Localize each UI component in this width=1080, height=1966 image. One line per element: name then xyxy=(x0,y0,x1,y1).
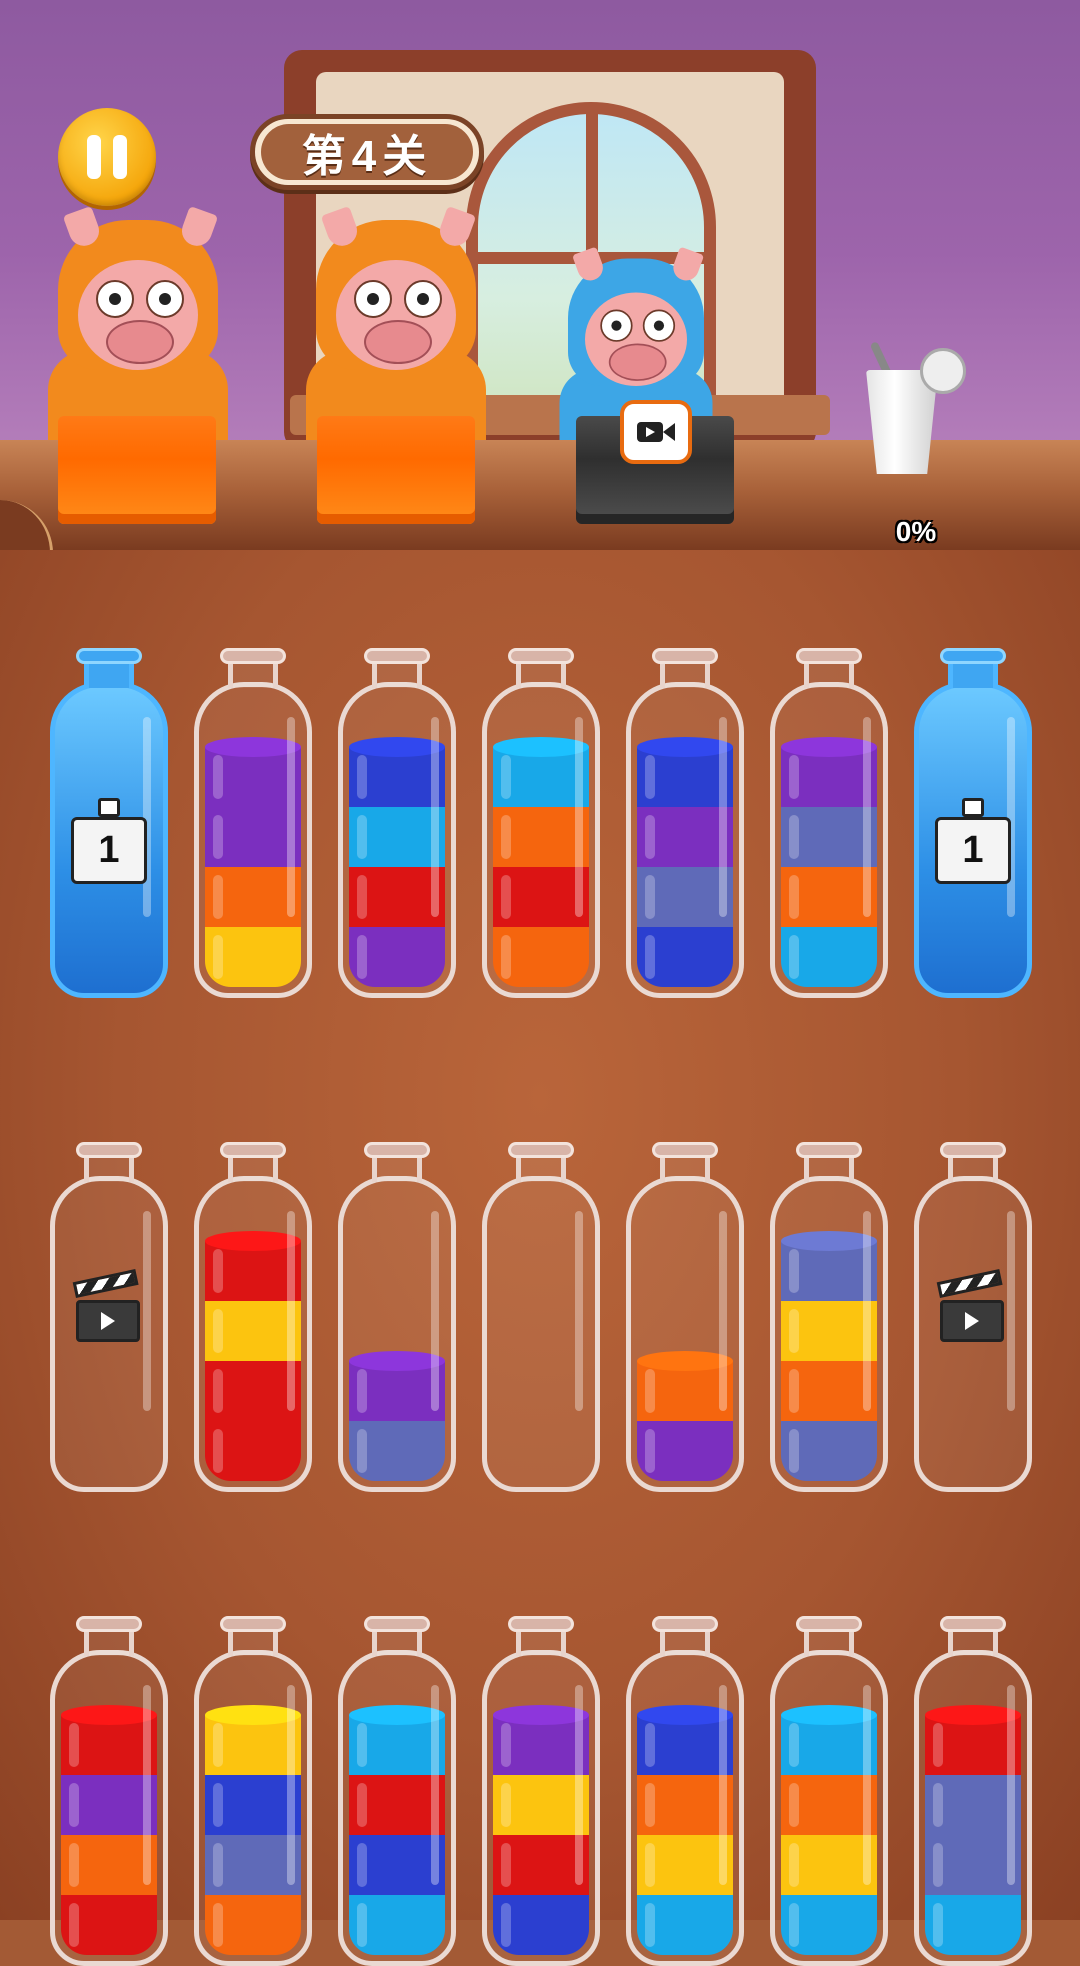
liquid-layer-cyan xyxy=(781,1895,877,1955)
bottle-body xyxy=(338,682,456,998)
bottle-r1-c5[interactable] xyxy=(626,648,744,998)
bottle-body xyxy=(338,1650,456,1966)
liquid-layer-slate xyxy=(349,1421,445,1481)
order-box-1 xyxy=(58,416,216,524)
bottle-r1-c2[interactable] xyxy=(194,648,312,998)
bottle-r2-c1[interactable] xyxy=(50,1142,168,1492)
liquid-layer-red xyxy=(61,1895,157,1955)
clapperboard-icon[interactable] xyxy=(72,1269,140,1342)
bottle-r3-c6[interactable] xyxy=(770,1616,888,1966)
video-camera-icon[interactable] xyxy=(620,400,692,464)
bottle-body xyxy=(626,682,744,998)
bottle-r2-c6[interactable] xyxy=(770,1142,888,1492)
bottle-lock-icon: 1 xyxy=(935,798,1011,884)
bottle-body xyxy=(770,1176,888,1492)
liquid-layer-cyan xyxy=(349,1895,445,1955)
drink-progress: 0% xyxy=(895,516,937,547)
lock-count: 1 xyxy=(71,817,147,884)
bottle-r1-c6[interactable] xyxy=(770,648,888,998)
bottle-body xyxy=(770,682,888,998)
bottle-body xyxy=(770,1650,888,1966)
bottle-body xyxy=(194,682,312,998)
level-label: 第4关 xyxy=(261,124,473,181)
bottle-r3-c1[interactable] xyxy=(50,1616,168,1966)
level-indicator: 第4关 xyxy=(250,114,484,190)
bottle-r2-c5[interactable] xyxy=(626,1142,744,1492)
bottle-body xyxy=(482,1650,600,1966)
liquid-layer-slate xyxy=(781,1421,877,1481)
liquid-layer-cyan xyxy=(781,927,877,987)
bottle-r1-c1[interactable]: 1 xyxy=(50,648,168,998)
liquid-layer-orange xyxy=(205,1895,301,1955)
liquid-layer-blue xyxy=(637,927,733,987)
bottle-r3-c2[interactable] xyxy=(194,1616,312,1966)
bottle-r2-c4[interactable] xyxy=(482,1142,600,1492)
bottle-lock-icon: 1 xyxy=(71,798,147,884)
pause-icon xyxy=(87,135,101,179)
bottle-body xyxy=(626,1650,744,1966)
bottle-body xyxy=(914,1650,1032,1966)
pause-button[interactable] xyxy=(58,108,156,206)
bottle-body xyxy=(194,1650,312,1966)
bottle-r1-c7[interactable]: 1 xyxy=(914,648,1032,998)
bottle-r3-c4[interactable] xyxy=(482,1616,600,1966)
order-box-2 xyxy=(317,416,475,524)
customer-pig-1 xyxy=(18,205,258,450)
liquid-layer-blue xyxy=(493,1895,589,1955)
clapperboard-icon[interactable] xyxy=(936,1269,1004,1342)
bottle-body xyxy=(194,1176,312,1492)
bottle-r1-c3[interactable] xyxy=(338,648,456,998)
liquid-layer-cyan xyxy=(637,1895,733,1955)
bottle-r3-c5[interactable] xyxy=(626,1616,744,1966)
liquid-layer-orange xyxy=(493,927,589,987)
bottle-body xyxy=(482,682,600,998)
lock-count: 1 xyxy=(935,817,1011,884)
liquid-layer-purple xyxy=(349,927,445,987)
bottle-r3-c3[interactable] xyxy=(338,1616,456,1966)
customer-pig-2 xyxy=(276,205,516,450)
bottle-r2-c7[interactable] xyxy=(914,1142,1032,1492)
bottle-body xyxy=(338,1176,456,1492)
bottle-r1-c4[interactable] xyxy=(482,648,600,998)
bottle-r2-c3[interactable] xyxy=(338,1142,456,1492)
milkshake-cup-icon xyxy=(862,340,966,480)
bottle-body xyxy=(50,1650,168,1966)
bottle-body xyxy=(482,1176,600,1492)
liquid-layer-cyan xyxy=(925,1895,1021,1955)
liquid-layer-red xyxy=(205,1421,301,1481)
bottle-body xyxy=(626,1176,744,1492)
bottle-r2-c2[interactable] xyxy=(194,1142,312,1492)
liquid-layer-yellow xyxy=(205,927,301,987)
bottle-r3-c7[interactable] xyxy=(914,1616,1032,1966)
liquid-layer-purple xyxy=(637,1421,733,1481)
